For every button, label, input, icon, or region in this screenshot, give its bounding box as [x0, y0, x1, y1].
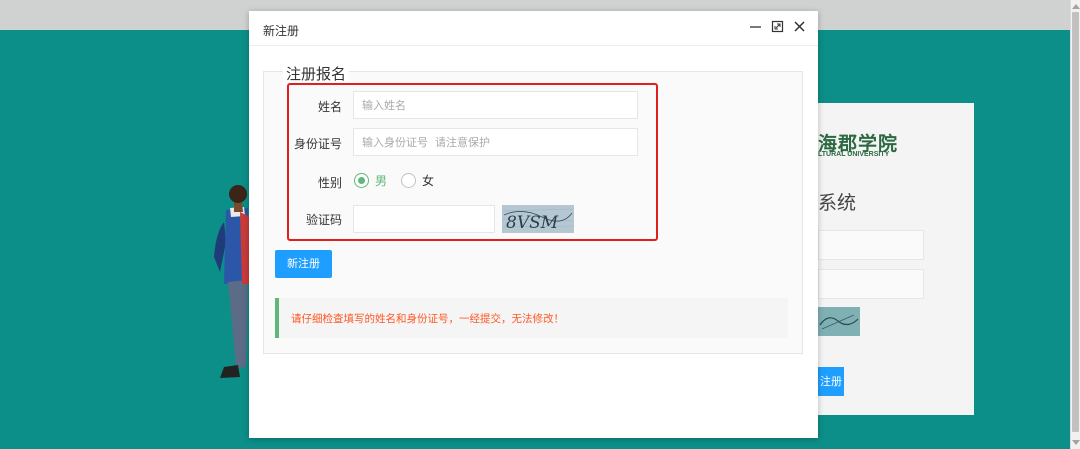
background-register-button[interactable]: 注册 [818, 367, 844, 396]
close-icon[interactable] [793, 20, 806, 33]
id-number-label: 身份证号 [293, 137, 342, 151]
register-dialog: 新注册 注册报名 姓名 身份证号 性别 [249, 11, 818, 438]
register-submit-button[interactable]: 新注册 [275, 250, 332, 278]
window-controls [749, 20, 806, 33]
background-captcha-image[interactable] [818, 307, 860, 336]
dialog-title: 新注册 [263, 24, 300, 38]
minimize-icon[interactable] [749, 20, 762, 33]
background-username-input[interactable] [818, 230, 924, 260]
name-input[interactable] [353, 91, 638, 119]
warning-notice: 请仔细检查填写的姓名和身份证号，一经提交，无法修改！ [275, 298, 788, 338]
warning-notice-text: 请仔细检查填写的姓名和身份证号，一经提交，无法修改！ [291, 313, 564, 325]
captcha-input[interactable] [353, 205, 495, 233]
captcha-label: 验证码 [305, 213, 342, 227]
gender-label: 性别 [317, 176, 342, 190]
captcha-image[interactable]: 8VSM [502, 205, 574, 233]
dialog-header: 新注册 [249, 11, 818, 46]
student-illustration [214, 185, 250, 378]
gender-male-label: 男 [375, 174, 388, 188]
background-password-input[interactable] [818, 269, 924, 299]
fieldset-legend: 注册报名 [283, 63, 350, 84]
id-number-input[interactable] [353, 128, 638, 156]
system-title: 系统 [818, 192, 857, 214]
scroll-up-icon[interactable] [1072, 4, 1080, 9]
gender-option-female[interactable]: 女 [401, 172, 434, 189]
captcha-text: 8VSM [506, 213, 559, 233]
scroll-down-icon[interactable] [1072, 440, 1080, 445]
gender-option-male[interactable]: 男 [354, 172, 387, 189]
name-label: 姓名 [317, 100, 342, 114]
scrollbar-thumb[interactable] [1072, 12, 1079, 432]
gender-female-label: 女 [422, 174, 435, 188]
maximize-icon[interactable] [771, 20, 784, 33]
radio-checked-icon[interactable] [354, 173, 369, 188]
page-scrollbar[interactable] [1070, 0, 1080, 449]
college-logo-subtext: LTURAL UNIVERSITY [818, 151, 890, 158]
radio-unchecked-icon[interactable] [401, 173, 416, 188]
